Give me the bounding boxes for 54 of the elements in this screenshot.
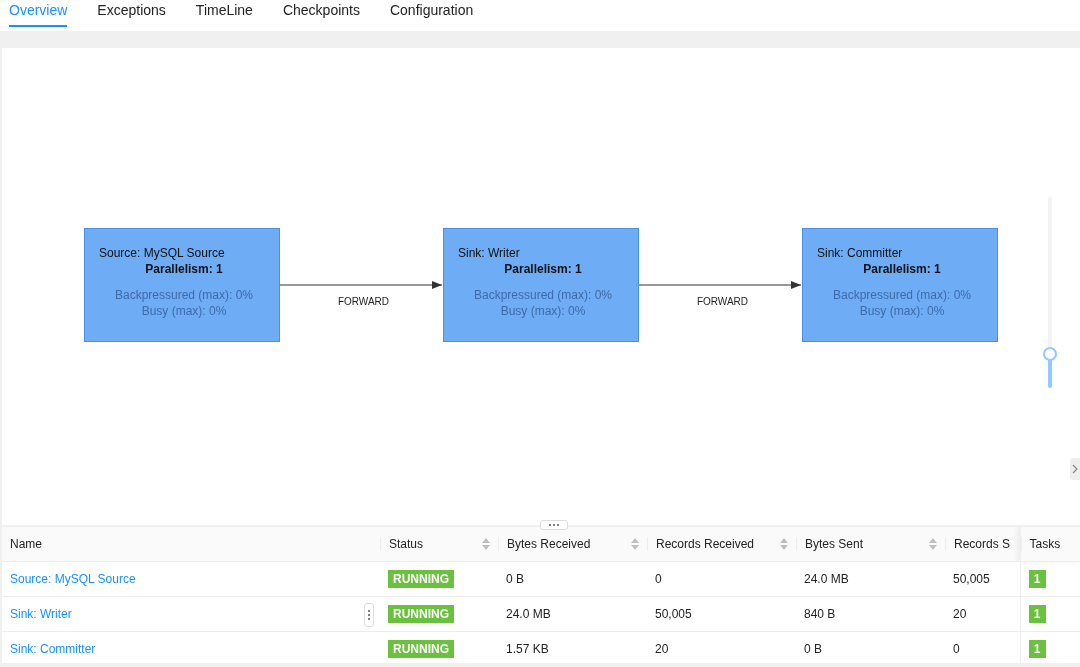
tab[interactable]: Checkpoints	[282, 0, 360, 27]
table-cell: 840 B	[804, 607, 836, 621]
node-parallelism: Parallelism: 1	[145, 261, 223, 277]
node-title: Sink: Committer	[817, 245, 903, 261]
sort-icon[interactable]	[631, 538, 639, 550]
collapse-tab[interactable]	[1070, 458, 1080, 480]
node-parallelism: Parallelism: 1	[863, 261, 941, 277]
sort-icon[interactable]	[780, 538, 788, 550]
node-title: Source: MySQL Source	[99, 245, 225, 261]
column-header[interactable]: Records S	[945, 527, 1020, 562]
table-cell: 20	[953, 607, 967, 621]
node-backpressure: Backpressured (max): 0%	[832, 287, 971, 303]
table-cell: 0	[953, 642, 960, 656]
tab[interactable]: TimeLine	[195, 0, 253, 27]
table-cell: 50,005	[655, 607, 692, 621]
tab[interactable]: Configuration	[389, 0, 474, 27]
task-count-tag: 1	[1028, 570, 1046, 588]
status-tag: RUNNING	[388, 605, 454, 623]
node-busy: Busy (max): 0%	[500, 303, 586, 319]
chevron-right-icon	[1072, 464, 1078, 474]
table-cell: 0	[655, 572, 662, 586]
column-header[interactable]: Status	[380, 527, 498, 562]
column-header[interactable]: Name	[2, 527, 380, 562]
resize-handle-icon[interactable]	[364, 603, 374, 627]
edge-label: FORWARD	[336, 296, 391, 307]
zoom-handle[interactable]	[1043, 346, 1057, 361]
operator-node[interactable]: Sink: Committer Parallelism: 1 Backpressured (max): 0% Busy (max): 0%	[802, 228, 998, 342]
table-cell: 20	[655, 642, 669, 656]
node-busy: Busy (max): 0%	[859, 303, 945, 319]
node-backpressure: Backpressured (max): 0%	[473, 287, 612, 303]
tab[interactable]: Exceptions	[97, 0, 166, 27]
task-count-tag: 1	[1028, 605, 1046, 623]
sort-icon[interactable]	[929, 538, 937, 550]
table-cell: 0 B	[804, 642, 822, 656]
operator-node[interactable]: Source: MySQL Source Parallelism: 1 Backpressured (max): 0% Busy (max): 0%	[84, 228, 280, 342]
status-tag: RUNNING	[388, 570, 454, 588]
node-busy: Busy (max): 0%	[141, 303, 227, 319]
task-count-tag: 1	[1028, 640, 1046, 658]
column-header[interactable]: Records Received	[647, 527, 796, 562]
column-header[interactable]: Bytes Sent	[796, 527, 945, 562]
edge-label: FORWARD	[695, 296, 750, 307]
table-cell: 24.0 MB	[506, 607, 551, 621]
table-cell: 50,005	[953, 572, 990, 586]
column-header[interactable]: Bytes Received	[498, 527, 647, 562]
column-header[interactable]: Tasks	[1020, 527, 1080, 562]
sort-icon[interactable]	[482, 538, 490, 550]
table-cell: 0 B	[506, 572, 524, 586]
operator-node[interactable]: Sink: Writer Parallelism: 1 Backpressured (max): 0% Busy (max): 0%	[443, 228, 639, 342]
node-backpressure: Backpressured (max): 0%	[114, 287, 253, 303]
table-cell: 1.57 KB	[506, 642, 549, 656]
table-cell: 24.0 MB	[804, 572, 849, 586]
node-title: Sink: Writer	[458, 245, 520, 261]
node-parallelism: Parallelism: 1	[504, 261, 582, 277]
status-tag: RUNNING	[388, 640, 454, 658]
